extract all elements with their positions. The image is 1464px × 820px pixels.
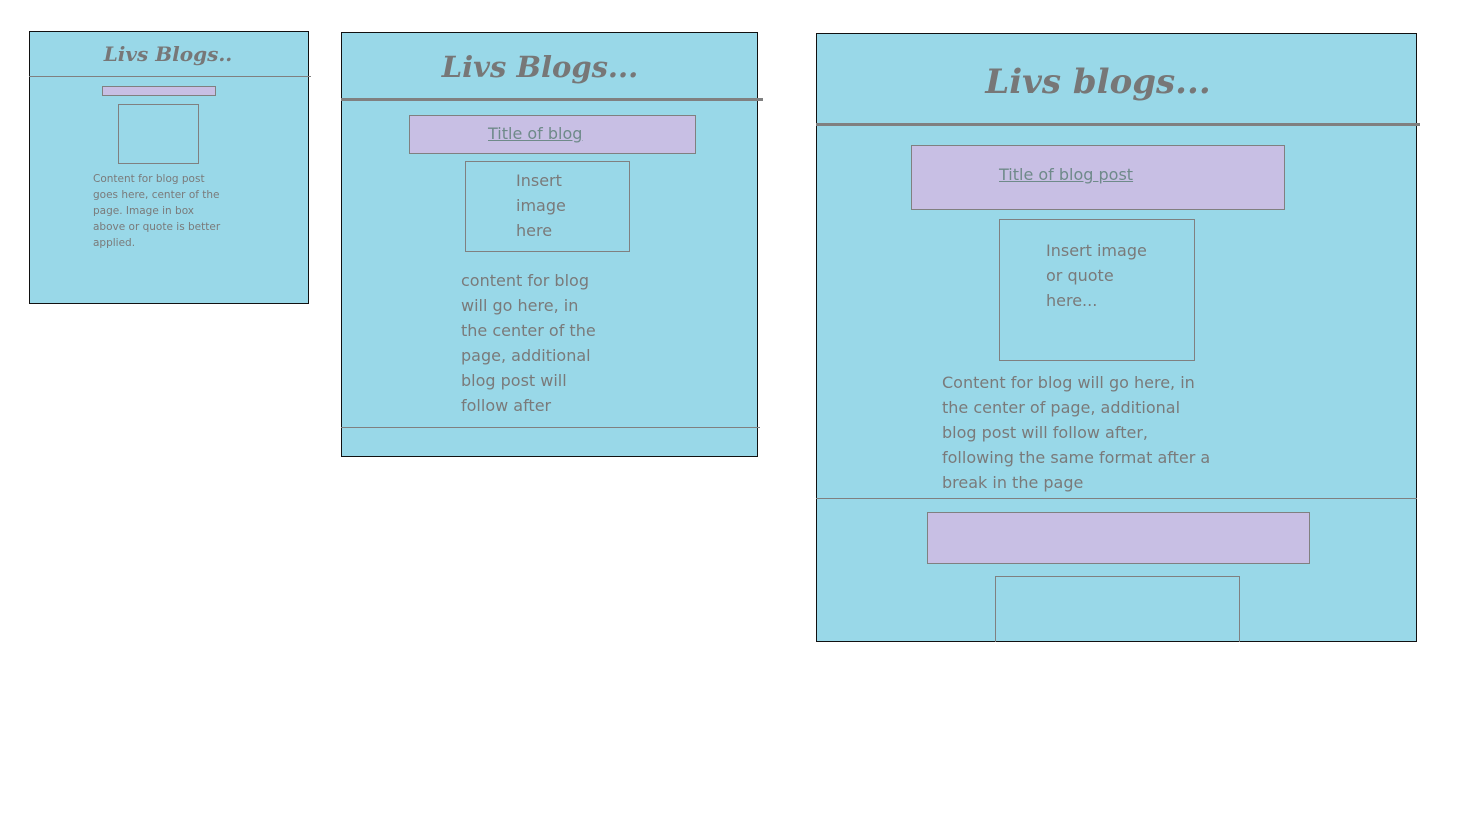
post-divider — [816, 498, 1417, 499]
next-post-title-box — [927, 512, 1310, 564]
post-title-link[interactable]: Title of blog — [488, 124, 582, 143]
blog-header-title: Livs Blogs... — [441, 50, 639, 84]
post-content: content for blog will go here, in the ce… — [461, 271, 596, 415]
blog-header-title: Livs Blogs.. — [103, 42, 233, 66]
post-content: Content for blog will go here, in the ce… — [942, 373, 1211, 492]
image-placeholder-text: Insert image here — [516, 171, 566, 240]
image-placeholder-text: Insert image or quote here... — [1046, 241, 1147, 310]
post-content: Content for blog post goes here, center … — [93, 173, 221, 249]
header-divider — [341, 98, 763, 101]
post-title-box[interactable] — [102, 86, 216, 96]
header-divider — [816, 123, 1420, 126]
blog-header-title: Livs blogs... — [985, 62, 1211, 102]
post-title-link[interactable]: Title of blog post — [999, 165, 1133, 184]
mobile-wireframe — [29, 31, 309, 304]
post-divider — [341, 427, 760, 428]
header-divider — [29, 76, 311, 77]
next-image-placeholder — [995, 576, 1240, 642]
image-placeholder — [118, 104, 199, 164]
